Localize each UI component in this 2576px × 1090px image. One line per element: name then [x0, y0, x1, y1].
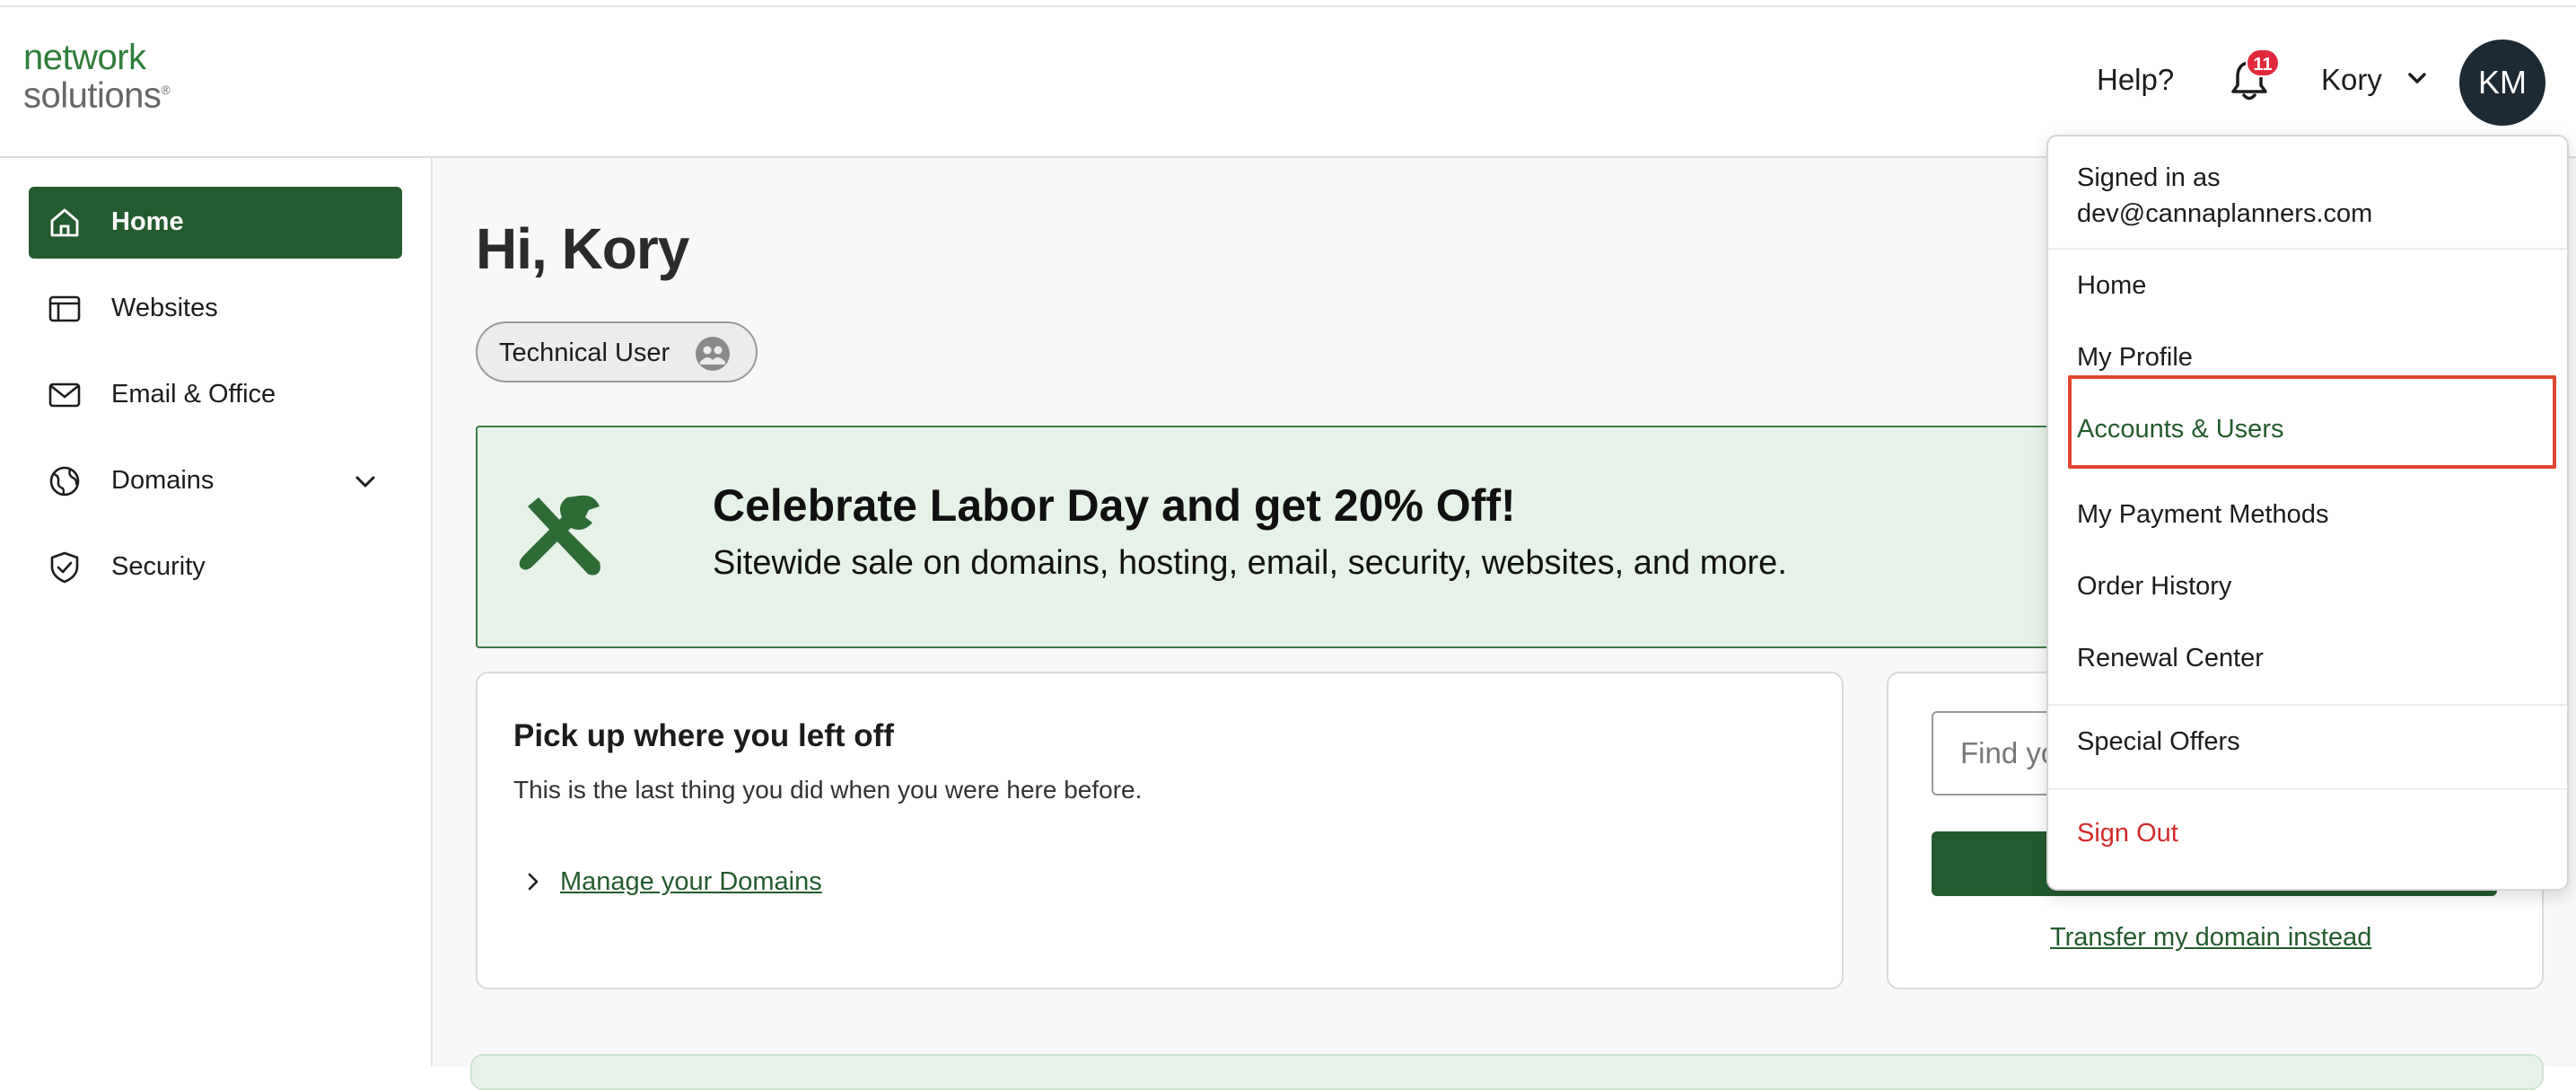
globe-icon: [49, 466, 80, 497]
user-menu-dropdown: Signed in as dev@cannaplanners.com Home …: [2046, 135, 2569, 891]
logo-registered-mark: ®: [161, 83, 171, 97]
transfer-domain-link[interactable]: Transfer my domain instead: [2050, 923, 2371, 953]
menu-item-accounts-users[interactable]: Accounts & Users: [2077, 415, 2283, 444]
sidebar-item-security[interactable]: Security: [29, 532, 402, 603]
sidebar-item-home[interactable]: Home: [29, 187, 402, 259]
browser-window-icon: [48, 295, 81, 322]
notification-badge: 11: [2246, 48, 2280, 77]
sidebar-item-label: Email & Office: [111, 380, 276, 409]
menu-item-special-offers[interactable]: Special Offers: [2077, 727, 2240, 757]
sidebar: Home Websites Email & Office Domains Sec…: [0, 158, 433, 1067]
sidebar-item-label: Websites: [111, 294, 218, 322]
user-menu-toggle[interactable]: Kory: [2321, 63, 2382, 97]
help-link[interactable]: Help?: [2097, 63, 2174, 97]
menu-divider: [2048, 704, 2567, 706]
menu-divider: [2048, 788, 2567, 790]
promo-subtitle: Sitewide sale on domains, hosting, email…: [713, 544, 1787, 582]
chevron-down-icon[interactable]: [352, 469, 379, 496]
menu-item-my-profile[interactable]: My Profile: [2077, 343, 2193, 373]
tools-icon: [519, 495, 600, 576]
page-title: Hi, Kory: [476, 216, 689, 281]
bottom-banner: [470, 1054, 2544, 1090]
resume-card-subtitle: This is the last thing you did when you …: [513, 776, 1143, 804]
home-icon: [50, 208, 79, 237]
logo-line-1: network: [23, 38, 146, 77]
chevron-down-icon[interactable]: [2405, 66, 2429, 90]
chevron-right-icon: [528, 873, 539, 891]
menu-item-payment-methods[interactable]: My Payment Methods: [2077, 500, 2328, 530]
menu-item-sign-out[interactable]: Sign Out: [2077, 819, 2178, 848]
resume-card: Pick up where you left off This is the l…: [476, 672, 1844, 989]
menu-divider: [2048, 248, 2567, 250]
signed-in-label: Signed in as: [2077, 163, 2221, 192]
sidebar-item-label: Domains: [111, 466, 215, 495]
sidebar-item-email-office[interactable]: Email & Office: [29, 359, 402, 431]
sidebar-item-domains[interactable]: Domains: [29, 445, 402, 517]
role-chip-label: Technical User: [499, 338, 670, 367]
avatar[interactable]: KM: [2459, 40, 2545, 126]
top-border: [0, 0, 2576, 7]
resume-card-title: Pick up where you left off: [513, 718, 894, 753]
shield-check-icon: [50, 551, 79, 584]
signed-in-email: dev@cannaplanners.com: [2077, 199, 2373, 228]
manage-domains-link[interactable]: Manage your Domains: [560, 867, 822, 897]
signed-in-info: Signed in as dev@cannaplanners.com: [2077, 160, 2372, 232]
menu-item-order-history[interactable]: Order History: [2077, 572, 2231, 602]
role-chip[interactable]: Technical User: [476, 321, 758, 382]
sidebar-item-label: Home: [111, 207, 184, 236]
menu-item-renewal-center[interactable]: Renewal Center: [2077, 644, 2264, 673]
logo-line-2: solutions: [23, 75, 162, 116]
network-solutions-logo[interactable]: network solutions®: [23, 38, 171, 113]
menu-item-home[interactable]: Home: [2077, 271, 2146, 301]
users-icon: [696, 337, 730, 371]
envelope-icon: [48, 382, 81, 408]
promo-title: Celebrate Labor Day and get 20% Off!: [713, 480, 1516, 531]
sidebar-item-websites[interactable]: Websites: [29, 273, 402, 345]
sidebar-item-label: Security: [111, 552, 206, 581]
